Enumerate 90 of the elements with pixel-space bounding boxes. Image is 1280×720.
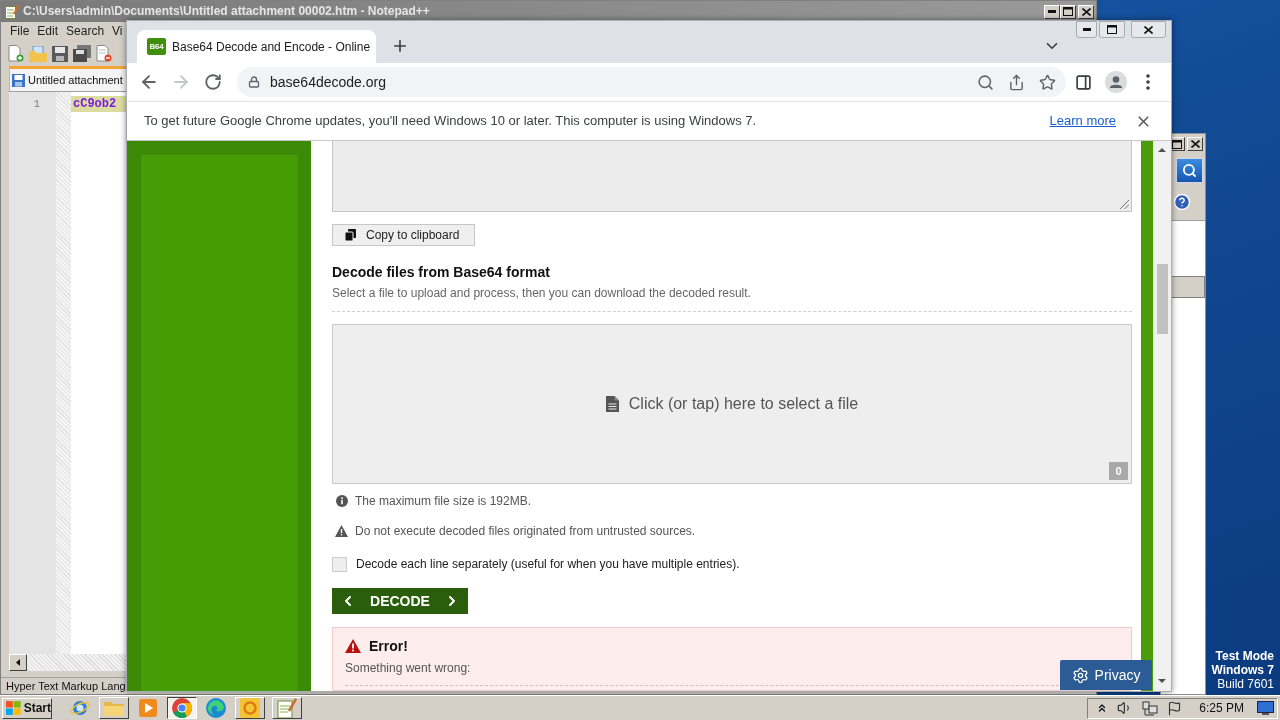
- close-icon: [1190, 140, 1200, 148]
- line-number: 1: [33, 97, 40, 112]
- checkbox-label[interactable]: Decode each line separately (useful for when you have multiple entries).: [356, 555, 740, 573]
- resize-grip-icon: [1120, 200, 1129, 209]
- address-bar[interactable]: base64decode.org: [237, 67, 1066, 97]
- status-text: Hyper Text Markup Lang: [6, 679, 126, 693]
- file-drop-zone[interactable]: Click (or tap) here to select a file 0: [332, 324, 1132, 484]
- error-title: Error!: [369, 638, 408, 654]
- copy-icon: [345, 229, 356, 241]
- close-icon: [1081, 7, 1091, 16]
- search-icon[interactable]: [977, 73, 994, 91]
- menu-item[interactable]: Vi: [112, 24, 123, 39]
- plus-icon: [391, 37, 409, 55]
- checkbox[interactable]: [332, 556, 347, 572]
- flag-icon[interactable]: [1167, 700, 1183, 716]
- minimize-icon: [1082, 28, 1091, 31]
- clock: 6:25 PM: [1199, 700, 1244, 717]
- vertical-scrollbar[interactable]: [1153, 141, 1171, 691]
- browser-tab[interactable]: B64 Base64 Decode and Encode - Online: [137, 30, 376, 63]
- section-heading: Decode files from Base64 format: [332, 264, 550, 280]
- restore-button[interactable]: [1099, 21, 1125, 38]
- maximize-icon: [1063, 7, 1073, 16]
- desktop-notice: Test Mode: [1215, 649, 1274, 663]
- menu-item[interactable]: File: [10, 24, 30, 39]
- error-message: Something went wrong:: [345, 661, 471, 675]
- scroll-left-button[interactable]: [9, 654, 27, 671]
- notepad-icon: [5, 4, 19, 19]
- maximize-icon: [1172, 139, 1182, 149]
- decode-button[interactable]: DECODE: [332, 588, 468, 614]
- desktop-notice: Windows 7: [1211, 663, 1274, 677]
- text-area[interactable]: cC9ob2: [71, 92, 127, 654]
- network-icon[interactable]: [1142, 700, 1159, 716]
- play-icon: [139, 699, 157, 717]
- share-icon[interactable]: [1008, 73, 1025, 91]
- settings-icon: [1071, 666, 1089, 684]
- scroll-down-icon[interactable]: [1158, 679, 1166, 683]
- close-icon: [1144, 25, 1153, 34]
- minimize-button[interactable]: [1076, 21, 1097, 38]
- show-desktop-icon[interactable]: [1257, 701, 1274, 715]
- close-button[interactable]: [1131, 21, 1166, 38]
- left-arrow-icon: [16, 659, 20, 666]
- window-title: C:\Users\admin\Documents\Untitled attachment 00002.htm - Notepad++: [23, 3, 431, 20]
- file-icon: [605, 396, 619, 412]
- horizontal-scrollbar[interactable]: [9, 654, 127, 671]
- maximize-button[interactable]: [1060, 4, 1076, 19]
- avatar-icon: [1105, 71, 1127, 93]
- note-text: The maximum file size is 192MB.: [355, 493, 532, 510]
- windows-flag-icon: [6, 701, 21, 715]
- back-icon: [139, 72, 159, 92]
- learn-more-link[interactable]: Learn more: [1049, 111, 1116, 131]
- document-tab[interactable]: Untitled attachment: [9, 69, 127, 91]
- note-text: Do not execute decoded files originated from untrusted sources.: [355, 523, 696, 540]
- scrollbar-thumb[interactable]: [1156, 264, 1168, 334]
- taskbar-button[interactable]: [167, 697, 197, 719]
- tab-title: Base64 Decode and Encode - Online: [172, 38, 371, 56]
- warning-icon: [345, 639, 361, 653]
- info-icon: [336, 495, 348, 507]
- favicon: B64: [147, 38, 166, 55]
- code-text: cC9ob2: [71, 96, 127, 112]
- lock-icon: [248, 76, 260, 88]
- restore-icon: [1107, 25, 1117, 34]
- copy-button[interactable]: Copy to clipboard: [332, 224, 475, 246]
- globe-orbit-icon: [70, 699, 90, 717]
- info-message: To get future Google Chrome updates, you'll need Windows 10 or later. This computer is using Windows 7.: [144, 112, 757, 131]
- start-button[interactable]: Start: [2, 697, 52, 719]
- desktop-notice: Build 7601: [1217, 677, 1274, 691]
- new-file-icon[interactable]: [8, 45, 24, 62]
- minimize-icon: [1048, 10, 1056, 13]
- close-file-icon[interactable]: [96, 45, 112, 62]
- side-panel-icon: [1074, 73, 1092, 91]
- url-text: base64decode.org: [270, 72, 387, 92]
- section-subtitle: Select a file to upload and process, then you can download the decoded result.: [332, 286, 751, 300]
- floppy-disks-icon[interactable]: [73, 45, 91, 62]
- menu-icon: [1146, 74, 1150, 90]
- help-icon[interactable]: [1173, 193, 1191, 211]
- menu-item[interactable]: Edit: [37, 24, 59, 39]
- privacy-button[interactable]: Privacy: [1060, 660, 1152, 690]
- search-icon: [1182, 163, 1197, 178]
- scroll-up-icon[interactable]: [1158, 148, 1166, 152]
- reload-icon: [204, 73, 222, 91]
- search-button[interactable]: [1176, 158, 1203, 183]
- swirl-logo-icon: [206, 698, 226, 718]
- profile-button[interactable]: [1102, 68, 1130, 96]
- bookmark-star-icon[interactable]: [1039, 73, 1056, 91]
- file-count-badge: 0: [1109, 462, 1128, 480]
- ring-tile-icon: [240, 698, 260, 718]
- warning-icon: [335, 525, 348, 537]
- forward-icon: [171, 72, 191, 92]
- folder-icon: [104, 700, 124, 716]
- menu-item[interactable]: Search: [66, 24, 105, 39]
